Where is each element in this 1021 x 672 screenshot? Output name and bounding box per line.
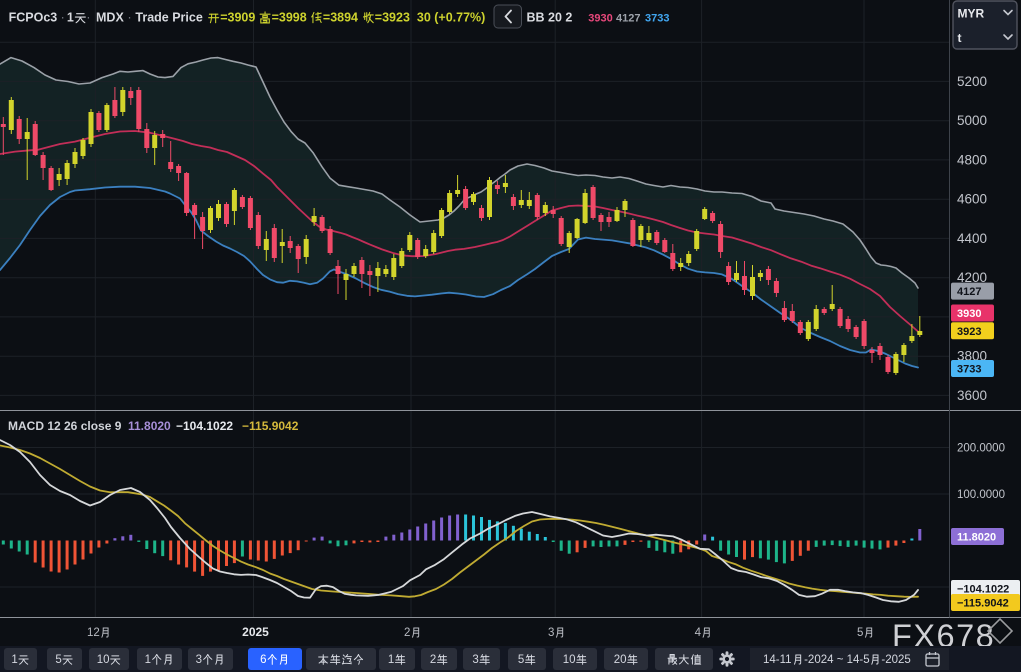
svg-text:1: 1	[67, 11, 74, 25]
svg-text:4600: 4600	[957, 192, 987, 207]
svg-text:4127: 4127	[957, 286, 981, 298]
svg-text:MACD 12 26 close 9: MACD 12 26 close 9	[8, 419, 122, 433]
svg-text:3733: 3733	[645, 13, 669, 25]
svg-text:−115.9042: −115.9042	[957, 598, 1009, 610]
svg-text:·: ·	[127, 10, 131, 25]
svg-text:−104.1022: −104.1022	[176, 419, 233, 433]
svg-text:200.0000: 200.0000	[957, 443, 1005, 455]
svg-text:2: 2	[430, 654, 436, 666]
svg-text:3733: 3733	[957, 364, 981, 376]
svg-text:=3998: =3998	[272, 11, 307, 25]
svg-text:1: 1	[11, 654, 17, 666]
svg-text:10: 10	[563, 654, 576, 666]
svg-text:5: 5	[518, 654, 524, 666]
svg-text:·: ·	[61, 10, 65, 25]
svg-text:11.8020: 11.8020	[957, 532, 996, 544]
svg-text:4800: 4800	[957, 152, 987, 167]
svg-text:12: 12	[87, 627, 100, 639]
svg-text:=3923: =3923	[375, 11, 410, 25]
svg-text:MDX: MDX	[96, 11, 124, 25]
svg-text:BB 20 2: BB 20 2	[527, 11, 573, 25]
svg-text:10: 10	[97, 654, 110, 666]
svg-text:3: 3	[472, 654, 478, 666]
svg-text:14-11: 14-11	[763, 654, 792, 666]
svg-text:FCPOc3: FCPOc3	[9, 11, 58, 25]
svg-text:4400: 4400	[957, 231, 987, 246]
svg-text:3923: 3923	[957, 326, 981, 338]
svg-text:3930: 3930	[588, 13, 612, 25]
svg-text:=3909: =3909	[220, 11, 255, 25]
svg-text:3930: 3930	[957, 308, 981, 320]
svg-text:2025: 2025	[242, 625, 269, 639]
svg-text:3: 3	[196, 654, 202, 666]
svg-text:100.0000: 100.0000	[957, 489, 1005, 501]
svg-text:3600: 3600	[957, 388, 987, 403]
svg-text:4: 4	[695, 627, 702, 639]
svg-text:1: 1	[145, 654, 151, 666]
svg-text:-2024 ~ 14-5: -2024 ~ 14-5	[804, 654, 870, 666]
svg-text:Trade Price: Trade Price	[135, 11, 202, 25]
svg-text:t: t	[958, 31, 962, 45]
svg-text:2: 2	[404, 627, 410, 639]
svg-text:11.8020: 11.8020	[128, 419, 171, 433]
svg-text:5: 5	[55, 654, 61, 666]
svg-text:5: 5	[857, 627, 863, 639]
svg-text:5200: 5200	[957, 74, 987, 89]
svg-text:-2025: -2025	[881, 654, 910, 666]
svg-text:6: 6	[260, 654, 266, 666]
svg-text:−115.9042: −115.9042	[242, 419, 299, 433]
svg-text:30 (+0.77%): 30 (+0.77%)	[417, 11, 485, 25]
svg-text:20: 20	[614, 654, 627, 666]
svg-text:=3894: =3894	[323, 11, 358, 25]
svg-text:5000: 5000	[957, 113, 987, 128]
svg-text:3: 3	[548, 627, 554, 639]
svg-text:−104.1022: −104.1022	[957, 584, 1009, 596]
svg-text:·: ·	[86, 10, 90, 25]
svg-text:4127: 4127	[616, 13, 640, 25]
svg-text:MYR: MYR	[958, 7, 985, 21]
svg-text:1: 1	[388, 654, 394, 666]
